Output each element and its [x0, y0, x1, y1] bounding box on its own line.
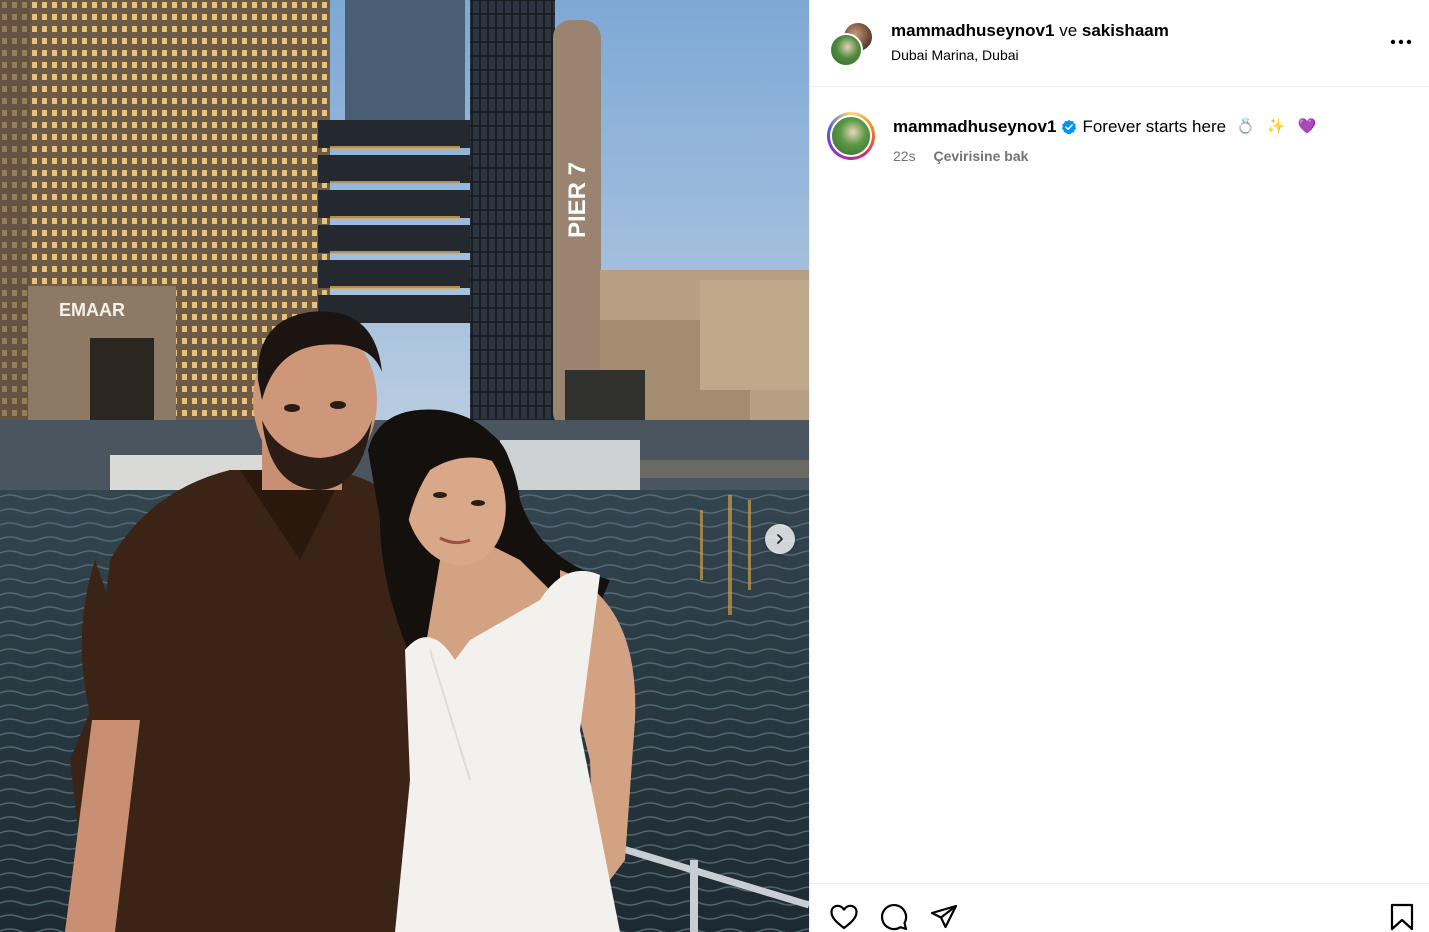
post-photo[interactable]: EMAAR PIER 7	[0, 0, 809, 932]
location-link[interactable]: Dubai Marina, Dubai	[891, 46, 1019, 64]
post-timestamp[interactable]: 22s	[893, 148, 916, 164]
caption-avatar	[830, 115, 872, 157]
avatar-primary	[829, 33, 863, 67]
next-photo-button[interactable]	[765, 524, 795, 554]
heart-icon	[830, 904, 858, 930]
more-horizontal-icon	[1390, 39, 1412, 45]
svg-text:EMAAR: EMAAR	[59, 300, 125, 320]
bookmark-icon	[1390, 903, 1414, 931]
collab-conjunction: ve	[1059, 21, 1078, 40]
comment-button[interactable]	[878, 901, 910, 932]
chevron-right-icon	[777, 534, 783, 544]
photo-illustration: EMAAR PIER 7	[0, 0, 809, 932]
share-icon	[930, 904, 958, 929]
instagram-post-dialog: EMAAR PIER 7 mammadhuseynov1 ve sakishaa…	[0, 0, 1429, 932]
post-details-panel: mammadhuseynov1 ve sakishaam Dubai Marin…	[809, 0, 1429, 932]
save-button[interactable]	[1386, 901, 1418, 932]
like-button[interactable]	[828, 901, 860, 932]
collab-usernames: mammadhuseynov1 ve sakishaam	[891, 20, 1169, 42]
post-actions	[810, 883, 1429, 932]
post-header: mammadhuseynov1 ve sakishaam Dubai Marin…	[810, 0, 1429, 87]
username-primary-link[interactable]: mammadhuseynov1	[891, 21, 1054, 40]
caption-text: Forever starts here	[1082, 117, 1227, 136]
comment-icon	[880, 903, 908, 931]
verified-badge-icon	[1062, 119, 1077, 135]
caption-meta: 22s Çevirisine bak	[893, 147, 1028, 165]
caption-emojis: 💍 ✨ 💜	[1236, 118, 1321, 135]
caption-line: mammadhuseynov1 Forever starts here 💍 ✨ …	[893, 116, 1320, 138]
collab-avatars[interactable]	[829, 21, 874, 67]
more-options-button[interactable]	[1388, 32, 1414, 52]
story-ring[interactable]	[827, 112, 875, 160]
username-secondary-link[interactable]: sakishaam	[1082, 21, 1169, 40]
see-translation-button[interactable]: Çevirisine bak	[933, 148, 1028, 164]
share-button[interactable]	[928, 901, 960, 932]
svg-text:PIER 7: PIER 7	[564, 162, 591, 238]
caption-username-link[interactable]: mammadhuseynov1	[893, 116, 1056, 138]
